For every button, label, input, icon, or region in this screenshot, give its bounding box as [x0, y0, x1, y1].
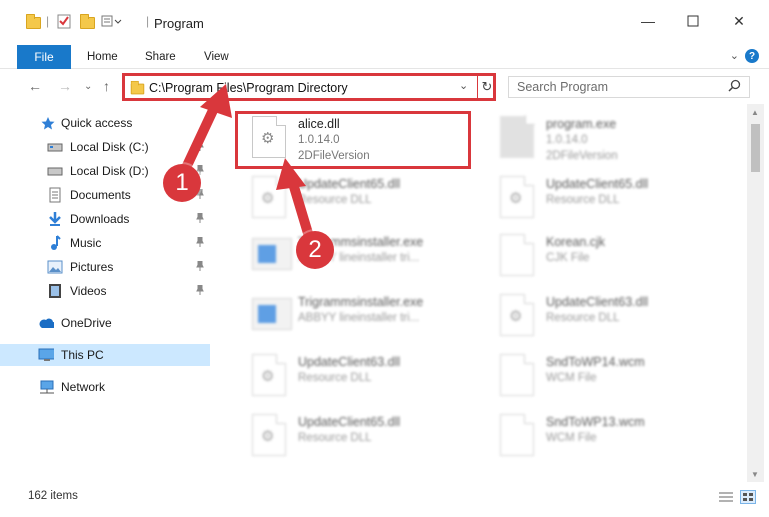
arrow-2-head: [276, 158, 306, 190]
annotation-arrows: [180, 84, 315, 245]
arrow-1: [180, 101, 220, 175]
annotation-marker-1: 1: [163, 164, 201, 202]
arrow-2: [287, 175, 315, 245]
annotation-marker-2: 2: [296, 231, 334, 269]
